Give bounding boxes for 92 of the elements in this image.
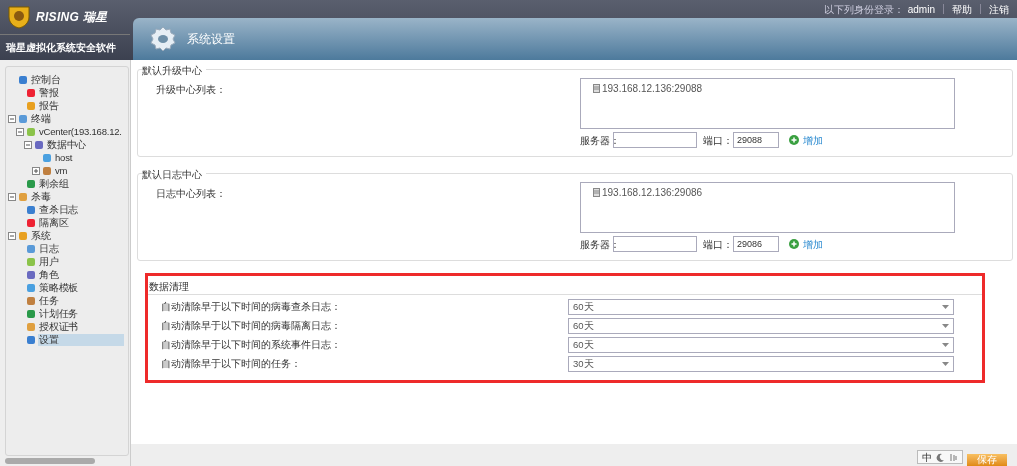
list-entry[interactable]: 193.168.12.136:29088: [602, 81, 703, 96]
tree-item[interactable]: host: [54, 151, 74, 164]
port-input[interactable]: 29088: [733, 132, 779, 148]
tree-item[interactable]: 剩余组: [38, 177, 70, 190]
header-link[interactable]: 帮助: [952, 1, 972, 17]
page-title: 系统设置: [187, 31, 235, 48]
section-legend: 默认升级中心: [142, 63, 206, 78]
retention-dropdown[interactable]: 60天: [568, 299, 954, 315]
field-label: 升级中心列表：: [155, 83, 227, 97]
field-label: 日志中心列表：: [155, 187, 227, 201]
server-icon: [593, 84, 600, 93]
field-label: 自动清除早于以下时间的系统事件日志：: [160, 337, 342, 352]
tree-item[interactable]: 角色: [38, 268, 60, 281]
tree-node-icon: [26, 100, 36, 111]
tree-node-icon: [42, 152, 52, 163]
tree-node-icon: [26, 282, 36, 293]
retention-dropdown[interactable]: 60天: [568, 337, 954, 353]
tree-node-icon: [18, 230, 28, 241]
tree-node-icon: [26, 87, 36, 98]
tree-node-icon: [26, 334, 36, 345]
tree-item[interactable]: 授权证书: [38, 320, 80, 333]
tree-node-icon: [26, 178, 36, 189]
tree-item[interactable]: vCenter(193.168.12.: [38, 125, 123, 138]
brand-logo-text: RISING 瑞星: [36, 9, 108, 26]
center-list[interactable]: 193.168.12.136:29086: [580, 182, 955, 233]
collapse-icon[interactable]: [8, 231, 16, 240]
field-label: 自动清除早于以下时间的任务：: [160, 356, 302, 371]
tree-node-icon: [26, 308, 36, 319]
ime-mode-label[interactable]: 中: [922, 449, 932, 465]
add-link[interactable]: 增加: [803, 132, 823, 148]
tree-item[interactable]: 警报: [38, 86, 60, 99]
center-list[interactable]: 193.168.12.136:29088: [580, 78, 955, 129]
tree-node-icon: [26, 217, 36, 228]
tree-node-icon: [18, 191, 28, 202]
tree-item[interactable]: 日志: [38, 242, 60, 255]
tree-item[interactable]: 报告: [38, 99, 60, 112]
tree-item[interactable]: 控制台: [30, 73, 62, 86]
product-subtitle: 瑞星虚拟化系统安全软件: [5, 41, 117, 55]
tree-node-icon: [26, 269, 36, 280]
retention-dropdown[interactable]: 30天: [568, 356, 954, 372]
tree-item[interactable]: 任务: [38, 294, 60, 307]
punctuation-icon[interactable]: [949, 452, 958, 462]
header-link[interactable]: 注销: [989, 1, 1009, 17]
tree-item[interactable]: 用户: [38, 255, 60, 268]
tree-node-icon: [34, 139, 44, 150]
collapse-icon[interactable]: [8, 192, 16, 201]
tree-item[interactable]: 设置: [38, 333, 124, 346]
port-input[interactable]: 29086: [733, 236, 779, 252]
collapse-icon[interactable]: [16, 127, 24, 136]
field-label: 端口：: [703, 237, 733, 252]
tree-node-icon: [26, 243, 36, 254]
expand-icon[interactable]: [32, 166, 40, 175]
caret-icon: [942, 362, 949, 366]
tree-item[interactable]: vm: [54, 164, 69, 177]
collapse-icon[interactable]: [8, 114, 16, 123]
field-label: 自动清除早于以下时间的病毒查杀日志：: [160, 299, 342, 314]
tree-node-icon: [26, 321, 36, 332]
add-icon[interactable]: [789, 239, 799, 249]
caret-icon: [942, 305, 949, 309]
lion-logo-icon: [6, 5, 32, 29]
server-input[interactable]: [613, 236, 697, 252]
moon-icon[interactable]: [936, 452, 945, 462]
field-label: 自动清除早于以下时间的病毒隔离日志：: [160, 318, 342, 333]
tree-item[interactable]: 系统: [30, 229, 52, 242]
tree-node-icon: [26, 295, 36, 306]
username-link[interactable]: admin: [907, 1, 935, 17]
add-icon[interactable]: [789, 135, 799, 145]
tree-item[interactable]: 杀毒: [30, 190, 52, 203]
server-input[interactable]: [613, 132, 697, 148]
section-legend: 数据清理: [148, 279, 982, 295]
tree-item[interactable]: 计划任务: [38, 307, 80, 320]
tree-item[interactable]: 隔离区: [38, 216, 70, 229]
retention-dropdown[interactable]: 60天: [568, 318, 954, 334]
tree-item[interactable]: 查杀日志: [38, 203, 80, 216]
collapse-icon[interactable]: [24, 140, 32, 149]
tree-node-icon: [18, 113, 28, 124]
tree-node-icon: [18, 74, 28, 85]
login-label: 以下列身份登录：: [823, 2, 904, 17]
add-link[interactable]: 增加: [803, 236, 823, 252]
caret-icon: [942, 343, 949, 347]
caret-icon: [942, 324, 949, 328]
server-icon: [593, 188, 600, 197]
list-entry[interactable]: 193.168.12.136:29086: [602, 185, 703, 200]
section-legend: 默认日志中心: [142, 167, 206, 182]
tree-node-icon: [26, 126, 36, 137]
tree-item[interactable]: 策略模板: [38, 281, 80, 294]
tree-node-icon: [42, 165, 52, 176]
field-label: 端口：: [703, 133, 733, 148]
tree-node-icon: [26, 204, 36, 215]
tree-item[interactable]: 终端: [30, 112, 52, 125]
tree-item[interactable]: 数据中心: [46, 138, 88, 151]
tree-node-icon: [26, 256, 36, 267]
